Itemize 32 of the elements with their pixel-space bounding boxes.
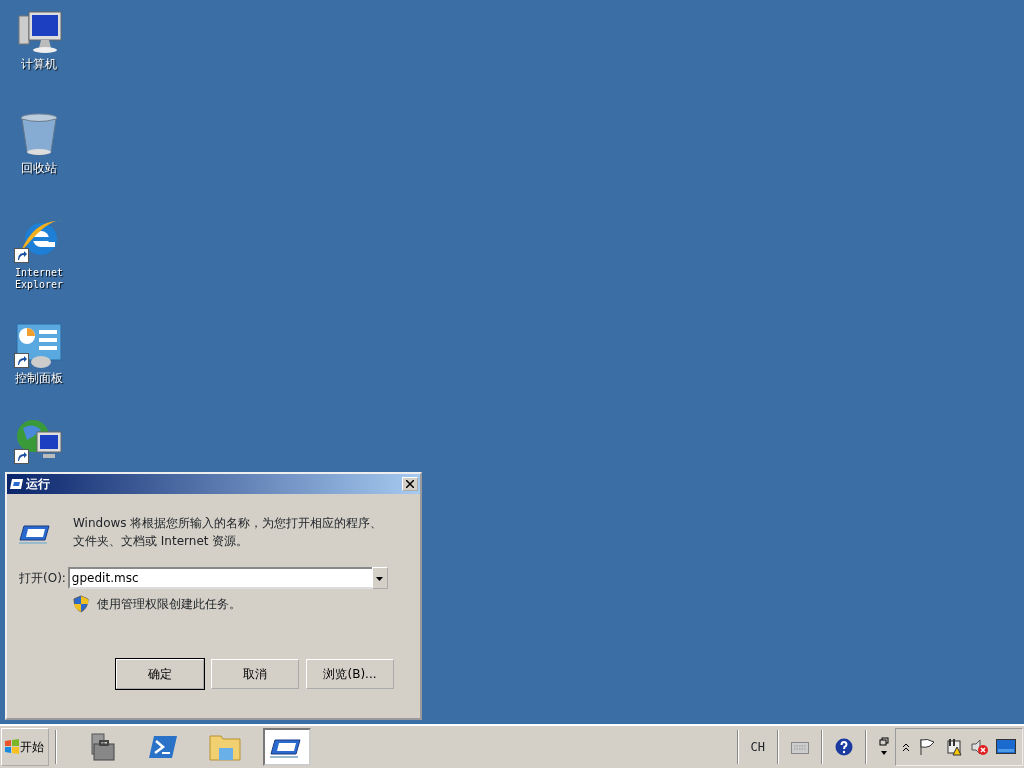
- recycle-bin-icon[interactable]: [19, 112, 59, 158]
- shield-icon: [73, 595, 89, 613]
- show-desktop-icon[interactable]: [996, 739, 1016, 755]
- expand-icon[interactable]: [902, 742, 910, 752]
- control-panel-icon[interactable]: [15, 322, 63, 368]
- description-text: Windows 将根据您所输入的名称，为您打开相应的程序、文件夹、文档或 Internet 资源。: [73, 515, 384, 550]
- help-icon[interactable]: [835, 738, 853, 756]
- desktop-icon-label[interactable]: 回收站: [21, 162, 57, 174]
- powershell-icon[interactable]: [148, 734, 178, 760]
- dialog-button[interactable]: 浏览(B)...: [306, 659, 394, 689]
- flag-icon[interactable]: [918, 738, 936, 756]
- desktop-icon-label[interactable]: 计算机: [21, 58, 57, 70]
- caret-icon: [376, 576, 384, 581]
- speaker-muted-icon[interactable]: [970, 738, 988, 756]
- dialog-button[interactable]: 确定: [116, 659, 204, 689]
- dialog-button[interactable]: 取消: [211, 659, 299, 689]
- desktop-icon-label[interactable]: Internet Explorer: [9, 267, 69, 291]
- computer-icon[interactable]: [15, 10, 63, 54]
- close-button[interactable]: [402, 477, 418, 491]
- desktop-icon-label[interactable]: 控制面板: [15, 372, 63, 384]
- network-warning-icon[interactable]: [944, 738, 962, 756]
- restore-caret-icon[interactable]: [879, 737, 889, 757]
- windows-logo-icon: [4, 739, 20, 755]
- start-button[interactable]: 开始: [1, 728, 49, 766]
- admin-note: 使用管理权限创建此任务。: [97, 596, 241, 613]
- open-label: 打开(O):: [19, 570, 66, 587]
- language-indicator[interactable]: CH: [750, 738, 765, 756]
- run-icon: [9, 478, 23, 490]
- open-field[interactable]: gpedit.msc: [67, 567, 372, 589]
- taskbar-button[interactable]: [263, 728, 311, 766]
- close-icon: [406, 480, 414, 488]
- window-title: 运行: [26, 476, 50, 493]
